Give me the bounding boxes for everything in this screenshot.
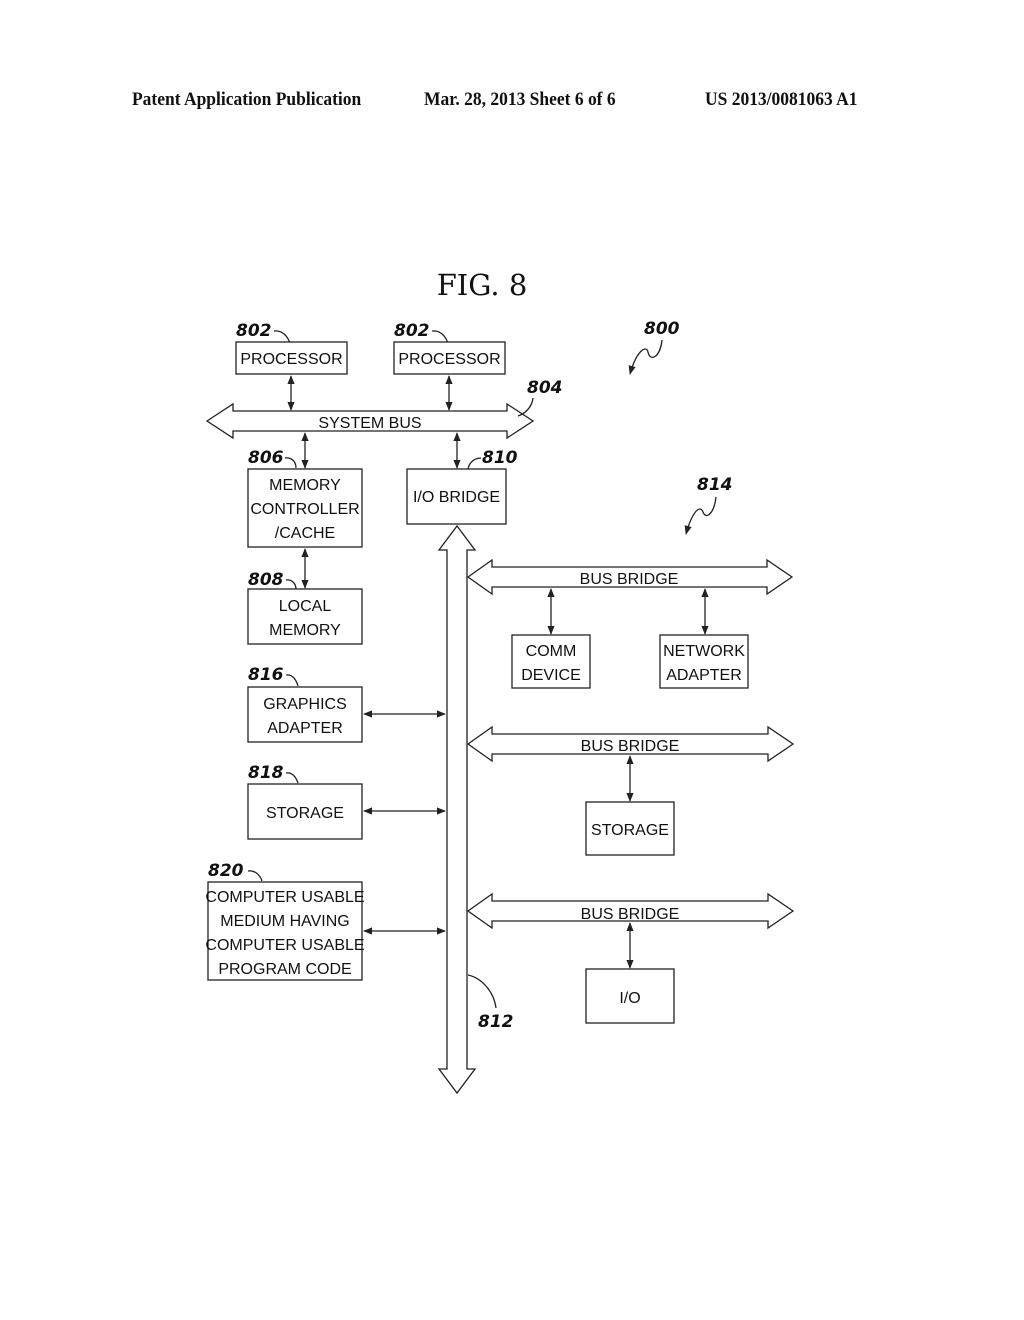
- svg-text:PROGRAM CODE: PROGRAM CODE: [218, 961, 351, 978]
- processor-box-2: 802 PROCESSOR: [393, 321, 506, 375]
- io-bus: 812: [437, 524, 514, 1095]
- bus-bridge-1: BUS BRIDGE: [466, 558, 794, 596]
- svg-text:GRAPHICS: GRAPHICS: [263, 696, 347, 713]
- svg-text:I/O BRIDGE: I/O BRIDGE: [413, 489, 500, 506]
- bus-bridge-2: BUS BRIDGE: [466, 725, 795, 763]
- svg-text:806: 806: [248, 448, 284, 468]
- io-bridge-box: 810 I/O BRIDGE: [406, 448, 518, 525]
- svg-text:814: 814: [697, 475, 733, 495]
- storage-right-box: STORAGE: [585, 801, 675, 856]
- svg-text:NETWORK: NETWORK: [663, 643, 745, 660]
- svg-text:PROCESSOR: PROCESSOR: [398, 351, 500, 368]
- processor-box-1: 802 PROCESSOR: [235, 321, 348, 375]
- svg-text:MEMORY: MEMORY: [269, 477, 341, 494]
- svg-text:LOCAL: LOCAL: [279, 598, 332, 615]
- system-ref-800: 800: [628, 319, 680, 375]
- svg-text:I/O: I/O: [619, 990, 640, 1007]
- svg-text:CONTROLLER: CONTROLLER: [250, 501, 359, 518]
- figure-diagram: FIG. 8 800 802 PROCESSOR 802 PROCESSOR S…: [205, 268, 795, 1095]
- svg-text:COMPUTER USABLE: COMPUTER USABLE: [205, 937, 364, 954]
- bus-bridge-3: BUS BRIDGE: [466, 892, 795, 930]
- svg-text:DEVICE: DEVICE: [521, 667, 581, 684]
- svg-text:810: 810: [482, 448, 518, 468]
- comm-device-box: COMM DEVICE: [511, 634, 591, 689]
- svg-text:STORAGE: STORAGE: [266, 805, 344, 822]
- svg-text:BUS BRIDGE: BUS BRIDGE: [580, 571, 679, 588]
- system-bus: SYSTEM BUS 804: [205, 378, 563, 440]
- svg-text:ADAPTER: ADAPTER: [267, 720, 343, 737]
- svg-text:/CACHE: /CACHE: [275, 525, 335, 542]
- svg-text:ADAPTER: ADAPTER: [666, 667, 742, 684]
- svg-text:808: 808: [248, 570, 284, 590]
- io-device-box: I/O: [585, 968, 675, 1024]
- svg-text:MEDIUM HAVING: MEDIUM HAVING: [220, 913, 349, 930]
- svg-text:BUS BRIDGE: BUS BRIDGE: [581, 906, 680, 923]
- program-medium-box: 820 COMPUTER USABLE MEDIUM HAVING COMPUT…: [205, 861, 365, 981]
- group-ref-814: 814: [684, 475, 733, 535]
- storage-left-box: 818 STORAGE: [247, 763, 363, 840]
- svg-text:MEMORY: MEMORY: [269, 622, 341, 639]
- svg-text:PROCESSOR: PROCESSOR: [240, 351, 342, 368]
- svg-text:BUS BRIDGE: BUS BRIDGE: [581, 738, 680, 755]
- svg-text:820: 820: [208, 861, 244, 881]
- svg-text:COMM: COMM: [526, 643, 577, 660]
- svg-text:818: 818: [248, 763, 284, 783]
- svg-text:COMPUTER USABLE: COMPUTER USABLE: [205, 889, 364, 906]
- svg-text:SYSTEM BUS: SYSTEM BUS: [318, 415, 421, 432]
- graphics-adapter-box: 816 GRAPHICS ADAPTER: [247, 665, 363, 743]
- svg-text:800: 800: [644, 319, 680, 339]
- figure-title: FIG. 8: [437, 268, 528, 302]
- svg-text:802: 802: [236, 321, 272, 341]
- svg-text:816: 816: [248, 665, 284, 685]
- svg-text:804: 804: [527, 378, 563, 398]
- svg-text:802: 802: [394, 321, 430, 341]
- svg-text:STORAGE: STORAGE: [591, 822, 669, 839]
- network-adapter-box: NETWORK ADAPTER: [659, 634, 749, 689]
- svg-text:812: 812: [478, 1012, 514, 1032]
